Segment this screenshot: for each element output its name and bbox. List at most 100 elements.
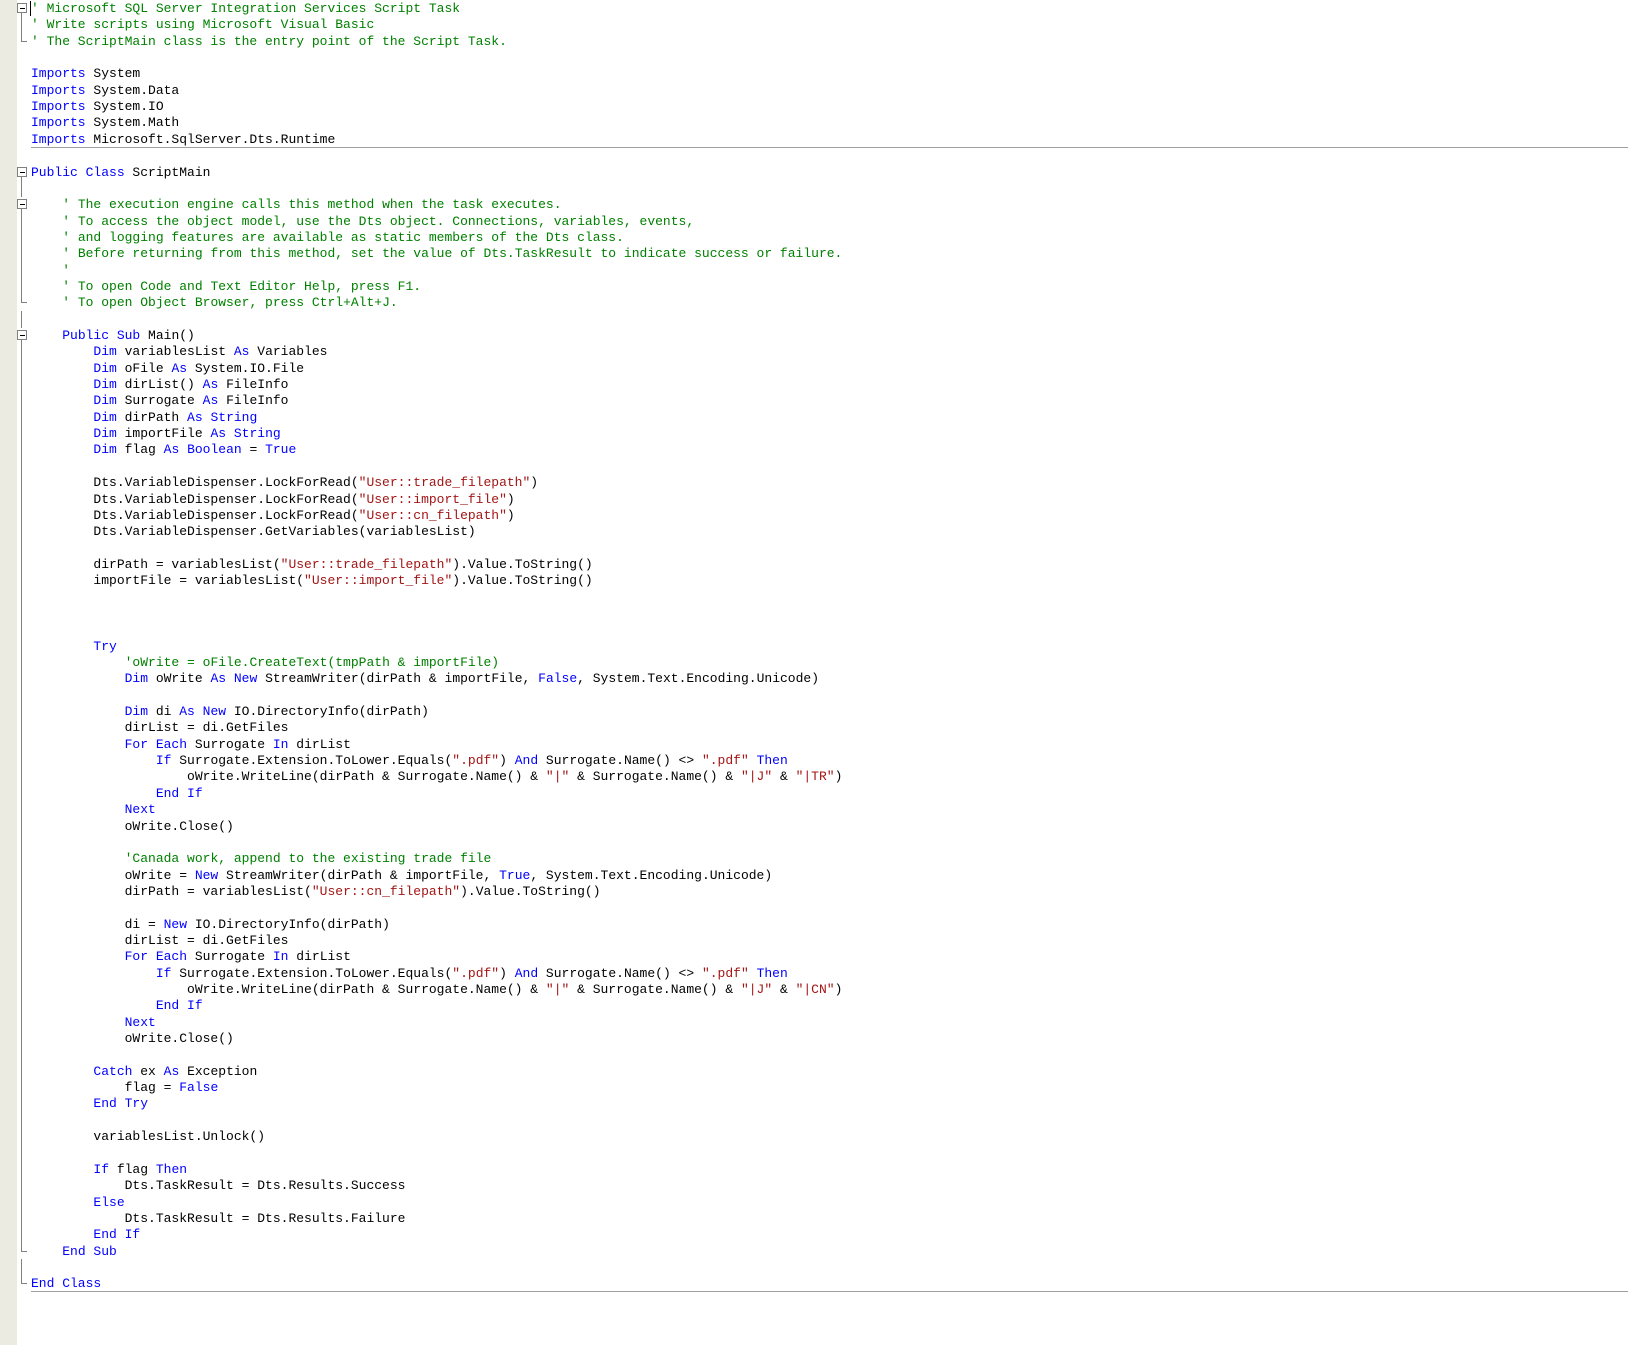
code-line[interactable]: ' To open Object Browser, press Ctrl+Alt… xyxy=(0,294,1628,311)
code-line[interactable]: Dts.VariableDispenser.LockForRead("User:… xyxy=(0,490,1628,508)
code-line[interactable]: Imports System.Data xyxy=(0,82,1628,99)
code-line[interactable]: Next xyxy=(0,801,1628,819)
code-text[interactable]: ' Write scripts using Microsoft Visual B… xyxy=(31,16,374,33)
code-text[interactable]: Next xyxy=(31,801,156,818)
code-line[interactable]: 'oWrite = oFile.CreateText(tmpPath & imp… xyxy=(0,654,1628,671)
code-text[interactable]: ' To open Object Browser, press Ctrl+Alt… xyxy=(31,294,397,311)
code-line[interactable]: Imports System xyxy=(0,65,1628,82)
code-line[interactable]: oWrite.WriteLine(dirPath & Surrogate.Nam… xyxy=(0,981,1628,998)
collapse-toggle-icon[interactable] xyxy=(17,330,27,340)
code-line[interactable]: End Try xyxy=(0,1095,1628,1113)
code-line[interactable] xyxy=(0,686,1628,704)
code-line[interactable] xyxy=(0,1144,1628,1162)
code-line[interactable]: End If xyxy=(0,784,1628,802)
code-line[interactable]: oWrite.WriteLine(dirPath & Surrogate.Nam… xyxy=(0,768,1628,786)
code-line[interactable]: ' Microsoft SQL Server Integration Servi… xyxy=(0,0,1628,17)
code-line[interactable]: Dim flag As Boolean = True xyxy=(0,441,1628,459)
code-text[interactable]: Next xyxy=(31,1014,156,1031)
code-text[interactable]: oWrite = New StreamWriter(dirPath & impo… xyxy=(31,867,773,884)
code-line[interactable]: Dim dirPath As String xyxy=(0,408,1628,426)
code-text[interactable]: Else xyxy=(31,1194,124,1211)
code-text[interactable]: For Each Surrogate In dirList xyxy=(31,948,351,965)
code-text[interactable]: oWrite.Close() xyxy=(31,818,234,835)
code-text[interactable]: Dts.VariableDispenser.LockForRead("User:… xyxy=(31,507,514,524)
code-line[interactable] xyxy=(0,1111,1628,1129)
code-line[interactable] xyxy=(0,49,1628,66)
code-line[interactable]: di = New IO.DirectoryInfo(dirPath) xyxy=(0,915,1628,933)
code-text[interactable]: End If xyxy=(31,1226,140,1243)
code-text[interactable]: oWrite.WriteLine(dirPath & Surrogate.Nam… xyxy=(31,768,842,785)
code-text[interactable]: If flag Then xyxy=(31,1161,187,1178)
code-text[interactable]: importFile = variablesList("User::import… xyxy=(31,572,592,589)
code-text[interactable]: Dim Surrogate As FileInfo xyxy=(31,392,288,409)
code-text[interactable]: oWrite.Close() xyxy=(31,1030,234,1047)
code-line[interactable]: dirPath = variablesList("User::cn_filepa… xyxy=(0,882,1628,900)
code-text[interactable]: End Sub xyxy=(31,1243,117,1260)
code-line[interactable]: oWrite.Close() xyxy=(0,1030,1628,1048)
code-text[interactable]: If Surrogate.Extension.ToLower.Equals(".… xyxy=(31,752,788,769)
code-line[interactable]: End If xyxy=(0,1226,1628,1244)
code-text[interactable]: ' The ScriptMain class is the entry poin… xyxy=(31,33,507,50)
code-text[interactable]: Dim variablesList As Variables xyxy=(31,343,327,360)
code-text[interactable]: dirList = di.GetFiles xyxy=(31,719,289,736)
code-line[interactable]: Dim importFile As String xyxy=(0,425,1628,443)
code-text[interactable]: 'Canada work, append to the existing tra… xyxy=(31,850,492,867)
code-line[interactable]: Dts.VariableDispenser.GetVariables(varia… xyxy=(0,523,1628,541)
code-editor[interactable]: ' Microsoft SQL Server Integration Servi… xyxy=(0,0,1628,1345)
code-line[interactable]: Public Class ScriptMain xyxy=(0,164,1628,181)
code-line[interactable]: variablesList.Unlock() xyxy=(0,1128,1628,1146)
code-line[interactable] xyxy=(0,833,1628,851)
code-text[interactable]: Dts.TaskResult = Dts.Results.Failure xyxy=(31,1210,406,1227)
code-line[interactable]: Dim oFile As System.IO.File xyxy=(0,359,1628,377)
code-text[interactable]: Public Sub Main() xyxy=(31,327,195,344)
code-line[interactable]: Dts.VariableDispenser.LockForRead("User:… xyxy=(0,474,1628,492)
code-text[interactable]: flag = False xyxy=(31,1079,219,1096)
collapse-toggle-icon[interactable] xyxy=(17,3,27,13)
code-text[interactable]: Imports System.IO xyxy=(31,98,164,115)
code-text[interactable]: Dts.VariableDispenser.LockForRead("User:… xyxy=(31,474,538,491)
code-text[interactable]: 'oWrite = oFile.CreateText(tmpPath & imp… xyxy=(31,654,499,671)
code-text[interactable]: For Each Surrogate In dirList xyxy=(31,736,351,753)
code-line[interactable]: ' To open Code and Text Editor Help, pre… xyxy=(0,277,1628,295)
code-line[interactable]: ' The execution engine calls this method… xyxy=(0,196,1628,214)
code-line[interactable]: If Surrogate.Extension.ToLower.Equals(".… xyxy=(0,752,1628,770)
code-line[interactable]: Try xyxy=(0,637,1628,655)
code-line[interactable]: For Each Surrogate In dirList xyxy=(0,948,1628,966)
code-line[interactable]: If flag Then xyxy=(0,1160,1628,1178)
code-line[interactable] xyxy=(0,899,1628,917)
code-line[interactable]: Dim oWrite As New StreamWriter(dirPath &… xyxy=(0,670,1628,688)
code-text[interactable]: dirPath = variablesList("User::trade_fil… xyxy=(31,556,592,573)
code-text[interactable]: ' To open Code and Text Editor Help, pre… xyxy=(31,278,421,295)
code-line[interactable]: If Surrogate.Extension.ToLower.Equals(".… xyxy=(0,964,1628,982)
code-text[interactable]: ' Before returning from this method, set… xyxy=(31,245,842,262)
code-line[interactable]: For Each Surrogate In dirList xyxy=(0,735,1628,753)
code-line[interactable] xyxy=(0,588,1628,606)
code-line[interactable]: flag = False xyxy=(0,1079,1628,1097)
code-line[interactable]: 'Canada work, append to the existing tra… xyxy=(0,850,1628,868)
code-line[interactable]: Dts.VariableDispenser.LockForRead("User:… xyxy=(0,506,1628,524)
code-text[interactable]: ' xyxy=(31,262,70,279)
collapse-toggle-icon[interactable] xyxy=(17,166,27,177)
code-text[interactable]: Imports System xyxy=(31,65,140,82)
code-line[interactable]: Imports Microsoft.SqlServer.Dts.Runtime xyxy=(0,131,1628,148)
code-text[interactable]: Dim di As New IO.DirectoryInfo(dirPath) xyxy=(31,703,429,720)
code-line[interactable]: Else xyxy=(0,1193,1628,1211)
code-text[interactable]: Catch ex As Exception xyxy=(31,1063,257,1080)
code-text[interactable]: Imports System.Data xyxy=(31,82,179,99)
code-text[interactable]: Imports System.Math xyxy=(31,114,179,131)
code-text[interactable]: Dim flag As Boolean = True xyxy=(31,441,296,458)
code-line[interactable]: Public Sub Main() xyxy=(0,327,1628,344)
code-line[interactable]: oWrite = New StreamWriter(dirPath & impo… xyxy=(0,866,1628,884)
code-line[interactable] xyxy=(0,604,1628,622)
code-text[interactable]: Imports Microsoft.SqlServer.Dts.Runtime xyxy=(31,131,335,148)
code-line[interactable]: Next xyxy=(0,1013,1628,1031)
code-text[interactable]: End Try xyxy=(31,1095,148,1112)
code-text[interactable]: Dim importFile As String xyxy=(31,425,280,442)
code-line[interactable]: Catch ex As Exception xyxy=(0,1062,1628,1080)
code-line[interactable]: End Class xyxy=(0,1275,1628,1293)
code-line[interactable]: ' To access the object model, use the Dt… xyxy=(0,212,1628,230)
code-text[interactable]: Try xyxy=(31,638,116,655)
code-line[interactable] xyxy=(0,1258,1628,1276)
code-line[interactable]: dirPath = variablesList("User::trade_fil… xyxy=(0,555,1628,573)
code-text[interactable]: Dim oWrite As New StreamWriter(dirPath &… xyxy=(31,670,819,687)
